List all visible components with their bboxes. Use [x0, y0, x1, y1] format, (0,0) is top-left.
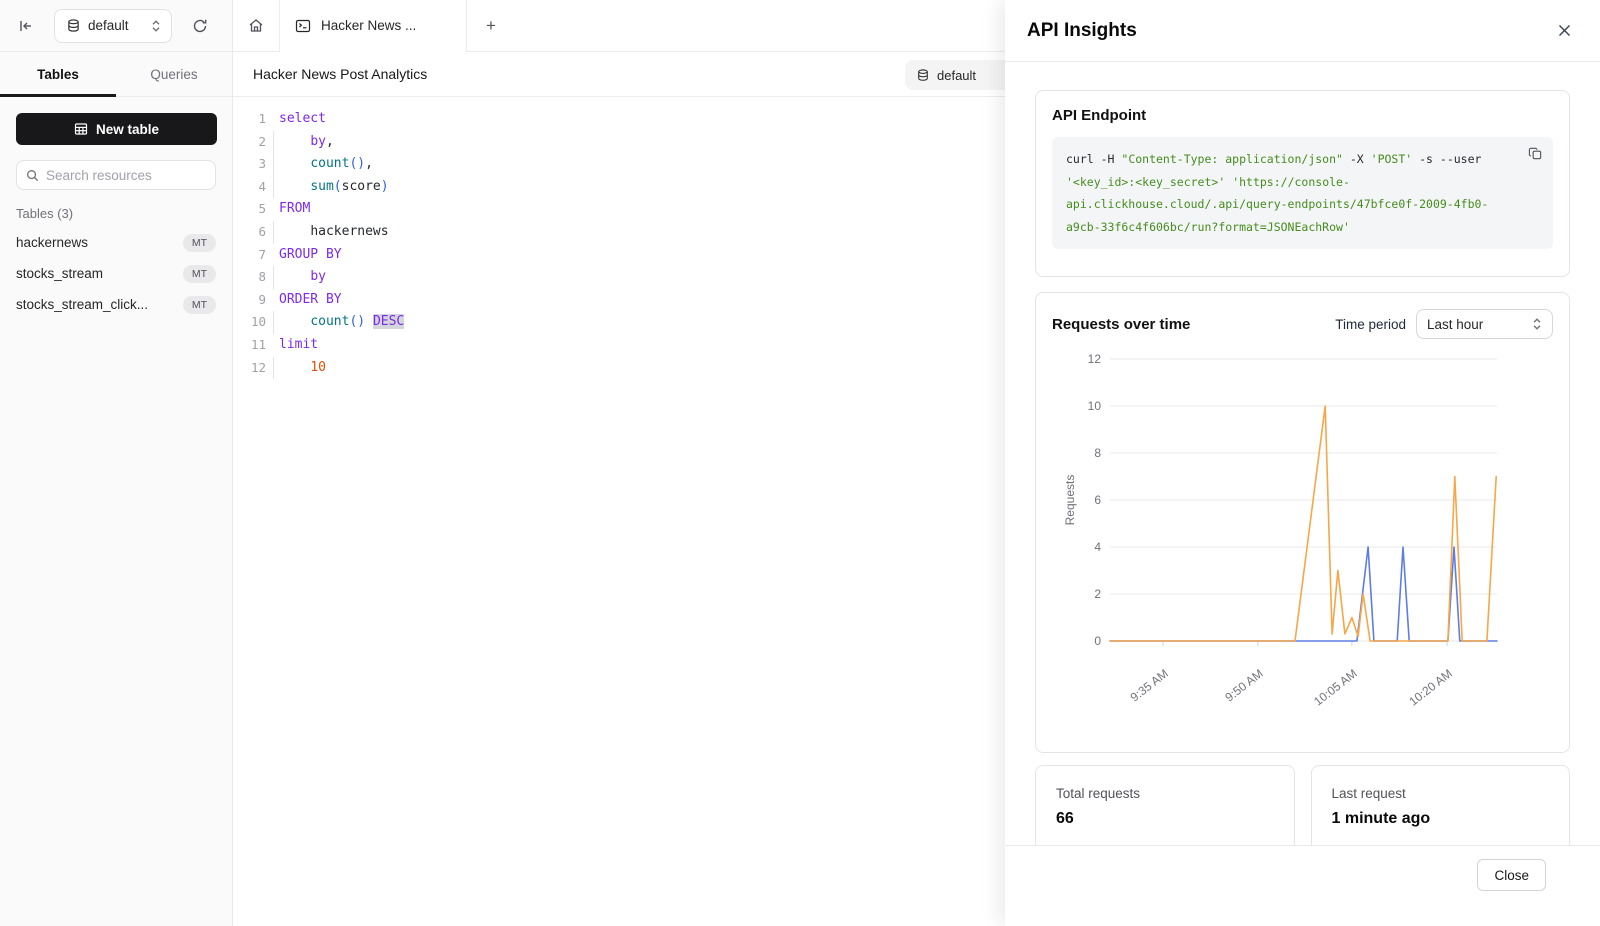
- table-engine-badge: MT: [183, 234, 216, 252]
- svg-text:2: 2: [1094, 587, 1101, 601]
- panel-title: API Insights: [1027, 20, 1137, 42]
- time-period-label: Time period: [1335, 317, 1406, 332]
- total-requests-label: Total requests: [1056, 786, 1274, 801]
- stats-row: Total requests 66 Last request 1 minute …: [1035, 765, 1570, 845]
- line-number: 1: [240, 108, 266, 131]
- sidebar-tabs: Tables Queries: [0, 52, 232, 97]
- table-grid-icon: [74, 122, 88, 136]
- table-item-name: stocks_stream: [16, 266, 103, 281]
- requests-card-header: Requests over time Time period Last hour: [1052, 309, 1553, 339]
- tables-section-label: Tables (3): [16, 206, 216, 221]
- line-number: 8: [240, 266, 266, 289]
- panel-body: API Endpoint curl -H "Content-Type: appl…: [1005, 62, 1600, 845]
- curl-command: curl -H "Content-Type: application/json"…: [1066, 148, 1539, 238]
- query-title: Hacker News Post Analytics: [253, 66, 427, 82]
- last-request-card: Last request 1 minute ago: [1311, 765, 1571, 845]
- time-period-value: Last hour: [1427, 317, 1483, 332]
- home-button[interactable]: [233, 0, 280, 51]
- svg-text:4: 4: [1094, 540, 1101, 554]
- api-endpoint-card: API Endpoint curl -H "Content-Type: appl…: [1035, 90, 1570, 277]
- api-insights-panel: API Insights API Endpoint curl -H "Conte…: [1005, 0, 1600, 926]
- line-number: 6: [240, 221, 266, 244]
- table-engine-badge: MT: [183, 265, 216, 283]
- close-icon[interactable]: [1557, 23, 1572, 38]
- copy-icon[interactable]: [1528, 146, 1543, 161]
- query-tab[interactable]: Hacker News ...: [280, 0, 467, 51]
- database-icon: [917, 69, 929, 82]
- requests-over-time-card: Requests over time Time period Last hour…: [1035, 292, 1570, 753]
- svg-text:10:20 AM: 10:20 AM: [1406, 666, 1455, 708]
- line-number: 7: [240, 244, 266, 267]
- home-icon: [247, 17, 265, 35]
- svg-text:9:35 AM: 9:35 AM: [1128, 666, 1171, 704]
- tab-queries[interactable]: Queries: [116, 52, 232, 96]
- svg-text:12: 12: [1088, 352, 1102, 366]
- time-period-select[interactable]: Last hour: [1416, 309, 1553, 339]
- tab-queries-label: Queries: [150, 67, 197, 82]
- requests-chart: 0 2 4 6 8 10 12 Requests 9:35 AM 9:50 AM 10:05 AM 1…: [1036, 343, 1524, 743]
- sidebar-topbar: default: [0, 0, 232, 52]
- tab-tables[interactable]: Tables: [0, 52, 116, 96]
- table-engine-badge: MT: [183, 296, 216, 314]
- svg-text:0: 0: [1094, 634, 1101, 648]
- sidebar-table-item[interactable]: stocks_stream_click... MT: [0, 289, 232, 320]
- svg-text:10:05 AM: 10:05 AM: [1311, 666, 1360, 708]
- database-icon: [67, 19, 80, 33]
- table-item-name: hackernews: [16, 235, 88, 250]
- collapse-sidebar-icon[interactable]: [12, 12, 40, 40]
- query-tab-label: Hacker News ...: [321, 18, 416, 33]
- total-requests-value: 66: [1056, 810, 1274, 828]
- svg-text:6: 6: [1094, 493, 1101, 507]
- sidebar-table-item[interactable]: stocks_stream MT: [0, 258, 232, 289]
- search-resources-box: [16, 160, 216, 190]
- line-number: 4: [240, 176, 266, 199]
- new-tab-button[interactable]: +: [467, 0, 515, 51]
- sidebar: default Tables Queries New table Tables …: [0, 0, 233, 926]
- new-table-button[interactable]: New table: [16, 113, 217, 145]
- curl-code-block: curl -H "Content-Type: application/json"…: [1052, 137, 1553, 249]
- editor-database-pill-label: default: [937, 68, 976, 83]
- requests-chart-svg: 0 2 4 6 8 10 12 Requests 9:35 AM 9:50 AM 10:05 AM 1…: [1036, 343, 1524, 743]
- svg-text:9:50 AM: 9:50 AM: [1222, 666, 1265, 704]
- line-number: 2: [240, 131, 266, 154]
- chevron-up-down-icon: [1532, 317, 1542, 331]
- api-endpoint-heading: API Endpoint: [1052, 107, 1553, 124]
- refresh-icon[interactable]: [186, 12, 214, 40]
- chevron-up-down-icon: [151, 19, 161, 33]
- panel-header: API Insights: [1005, 0, 1600, 62]
- line-number: 11: [240, 334, 266, 357]
- terminal-icon: [295, 18, 311, 34]
- requests-heading: Requests over time: [1052, 316, 1190, 333]
- search-resources-input[interactable]: [46, 168, 206, 183]
- total-requests-card: Total requests 66: [1035, 765, 1295, 845]
- last-request-label: Last request: [1332, 786, 1550, 801]
- search-icon: [26, 169, 39, 182]
- new-table-button-label: New table: [96, 122, 159, 137]
- line-number: 10: [240, 311, 266, 334]
- svg-text:10: 10: [1088, 399, 1102, 413]
- close-button[interactable]: Close: [1477, 859, 1546, 891]
- database-selector[interactable]: default: [54, 9, 172, 43]
- database-selector-value: default: [88, 18, 129, 33]
- line-number: 3: [240, 153, 266, 176]
- panel-footer: Close: [1005, 845, 1600, 926]
- line-number: 5: [240, 198, 266, 221]
- svg-text:8: 8: [1094, 446, 1101, 460]
- table-item-name: stocks_stream_click...: [16, 297, 148, 312]
- svg-text:Requests: Requests: [1063, 475, 1077, 526]
- sidebar-table-item[interactable]: hackernews MT: [0, 227, 232, 258]
- last-request-value: 1 minute ago: [1332, 810, 1550, 828]
- line-number: 9: [240, 289, 266, 312]
- line-number: 12: [240, 357, 266, 380]
- tab-tables-label: Tables: [37, 67, 79, 82]
